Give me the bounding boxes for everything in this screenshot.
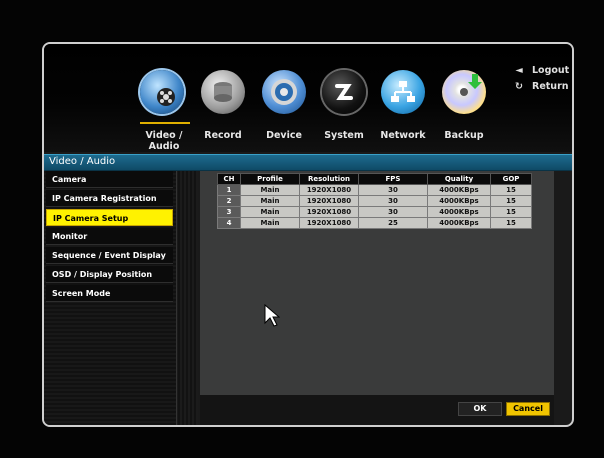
col-header-profile: Profile xyxy=(240,173,300,185)
sidebar: Camera IP Camera Registration IP Camera … xyxy=(44,171,177,425)
cell-ch: 3 xyxy=(217,206,241,218)
cell-fps[interactable]: 30 xyxy=(358,184,428,196)
sidebar-item-screen-mode[interactable]: Screen Mode xyxy=(46,285,173,302)
ok-button[interactable]: OK xyxy=(458,402,502,416)
logout-label: Logout xyxy=(532,65,570,76)
dvr-screen: Video / Audio Record Device System Netwo… xyxy=(0,0,604,458)
cell-quality[interactable]: 4000KBps xyxy=(427,217,491,229)
menu-label-backup[interactable]: Backup xyxy=(429,130,499,141)
active-menu-underline xyxy=(140,122,190,124)
backup-icon[interactable] xyxy=(442,70,486,114)
cell-profile[interactable]: Main xyxy=(240,217,300,229)
cell-ch: 2 xyxy=(217,195,241,207)
return-icon: ↻ xyxy=(515,81,523,92)
col-header-fps: FPS xyxy=(358,173,428,185)
cell-gop[interactable]: 15 xyxy=(490,217,532,229)
record-icon[interactable] xyxy=(201,70,245,114)
cell-profile[interactable]: Main xyxy=(240,206,300,218)
cell-ch: 4 xyxy=(217,217,241,229)
cell-profile[interactable]: Main xyxy=(240,184,300,196)
table-row[interactable]: 1 Main 1920X1080 30 4000KBps 15 xyxy=(217,184,532,196)
table-row[interactable]: 4 Main 1920X1080 25 4000KBps 15 xyxy=(217,217,532,229)
sidebar-item-camera[interactable]: Camera xyxy=(46,171,173,188)
settings-window: Video / Audio Record Device System Netwo… xyxy=(42,42,574,427)
cell-resolution[interactable]: 1920X1080 xyxy=(299,184,359,196)
cell-quality[interactable]: 4000KBps xyxy=(427,206,491,218)
table-row[interactable]: 3 Main 1920X1080 30 4000KBps 15 xyxy=(217,206,532,218)
cell-fps[interactable]: 30 xyxy=(358,195,428,207)
cell-quality[interactable]: 4000KBps xyxy=(427,184,491,196)
cell-gop[interactable]: 15 xyxy=(490,195,532,207)
device-icon[interactable] xyxy=(262,70,306,114)
cell-ch: 1 xyxy=(217,184,241,196)
menu-label-network[interactable]: Network xyxy=(368,130,438,141)
cell-resolution[interactable]: 1920X1080 xyxy=(299,217,359,229)
cell-fps[interactable]: 30 xyxy=(358,206,428,218)
divider-strip xyxy=(178,171,198,425)
cell-resolution[interactable]: 1920X1080 xyxy=(299,195,359,207)
return-button[interactable]: ↻ Return xyxy=(512,81,569,92)
cell-profile[interactable]: Main xyxy=(240,195,300,207)
cell-gop[interactable]: 15 xyxy=(490,206,532,218)
table-header-row: CH Profile Resolution FPS Quality GOP xyxy=(217,173,532,185)
sidebar-item-sequence-event-display[interactable]: Sequence / Event Display xyxy=(46,247,173,264)
network-icon[interactable] xyxy=(381,70,425,114)
col-header-ch: CH xyxy=(217,173,241,185)
sidebar-item-monitor[interactable]: Monitor xyxy=(46,228,173,245)
camera-profile-table: CH Profile Resolution FPS Quality GOP 1 … xyxy=(217,173,532,229)
system-icon[interactable] xyxy=(322,70,366,114)
cell-resolution[interactable]: 1920X1080 xyxy=(299,206,359,218)
logout-icon: ◄ xyxy=(515,65,523,76)
sidebar-item-ip-camera-setup[interactable]: IP Camera Setup xyxy=(46,209,173,226)
cell-fps[interactable]: 25 xyxy=(358,217,428,229)
logout-button[interactable]: ◄ Logout xyxy=(512,65,569,76)
col-header-quality: Quality xyxy=(427,173,491,185)
section-header: Video / Audio xyxy=(44,154,572,171)
section-title: Video / Audio xyxy=(49,156,116,167)
video-audio-icon[interactable] xyxy=(140,70,184,114)
menu-label-record[interactable]: Record xyxy=(188,130,258,141)
cancel-button[interactable]: Cancel xyxy=(506,402,550,416)
top-menu-bar: Video / Audio Record Device System Netwo… xyxy=(44,44,572,152)
sidebar-item-ip-camera-registration[interactable]: IP Camera Registration xyxy=(46,190,173,207)
col-header-gop: GOP xyxy=(490,173,532,185)
cell-gop[interactable]: 15 xyxy=(490,184,532,196)
ip-camera-setup-panel: CH Profile Resolution FPS Quality GOP 1 … xyxy=(200,171,554,395)
cell-quality[interactable]: 4000KBps xyxy=(427,195,491,207)
table-row[interactable]: 2 Main 1920X1080 30 4000KBps 15 xyxy=(217,195,532,207)
col-header-resolution: Resolution xyxy=(299,173,359,185)
sidebar-item-osd-display-position[interactable]: OSD / Display Position xyxy=(46,266,173,283)
return-label: Return xyxy=(532,81,569,92)
mouse-cursor-icon xyxy=(264,304,280,327)
